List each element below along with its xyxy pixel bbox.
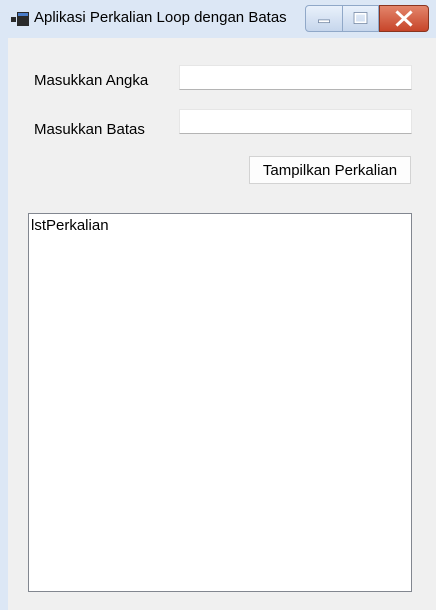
perkalian-listbox[interactable]: lstPerkalian: [28, 213, 412, 592]
list-item[interactable]: lstPerkalian: [29, 216, 411, 236]
maximize-icon: [353, 12, 368, 24]
tampilkan-perkalian-button[interactable]: Tampilkan Perkalian: [249, 156, 411, 184]
close-icon: [395, 10, 413, 27]
batas-label: Masukkan Batas: [34, 121, 145, 138]
angka-label: Masukkan Angka: [34, 72, 149, 89]
minimize-button[interactable]: [305, 5, 343, 32]
title-bar[interactable]: Aplikasi Perkalian Loop dengan Batas: [0, 0, 436, 38]
close-button[interactable]: [379, 5, 429, 32]
app-window-icon: [11, 11, 29, 26]
batas-input[interactable]: [179, 109, 412, 134]
window-title: Aplikasi Perkalian Loop dengan Batas: [34, 9, 287, 26]
app-window: Aplikasi Perkalian Loop dengan Batas Mas…: [0, 0, 436, 610]
angka-input[interactable]: [179, 65, 412, 90]
minimize-icon: [318, 19, 330, 24]
maximize-button[interactable]: [343, 5, 379, 32]
